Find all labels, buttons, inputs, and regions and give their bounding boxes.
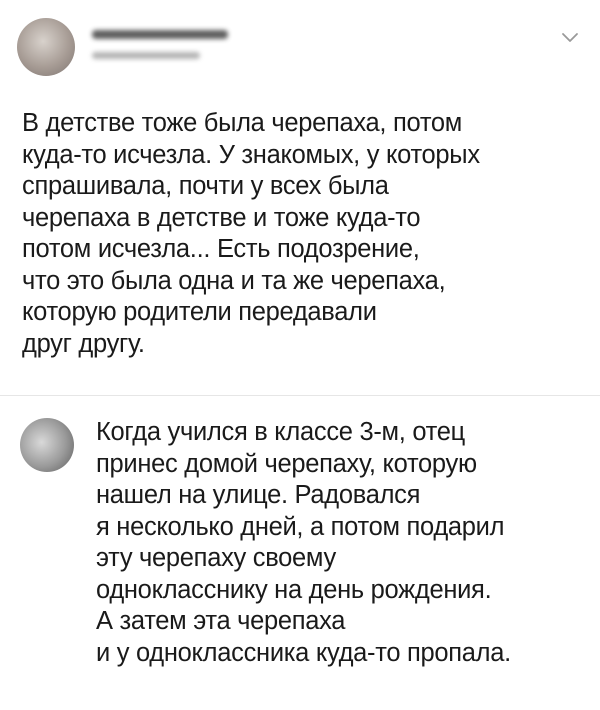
reply-author-avatar[interactable]	[20, 418, 74, 472]
author-name-blurred[interactable]	[92, 30, 228, 39]
divider	[0, 395, 600, 396]
post-text-line: В детстве тоже была черепаха, потом	[22, 109, 463, 137]
author-avatar[interactable]	[17, 18, 75, 76]
post-text-line: которую родители передавали	[22, 298, 377, 326]
main-post: В детстве тоже была черепаха, потом куда…	[0, 0, 600, 395]
reply-text-line: эту черепаху своему	[96, 544, 336, 572]
reply-text-line: и у одноклассника куда-то пропала.	[96, 638, 511, 667]
reply-text: Когда учился в классе 3-м, отец принес д…	[96, 417, 586, 669]
reply-text-line: А затем эта черепаха	[96, 607, 346, 635]
post-text-line: что это была одна и та же черепаха,	[22, 266, 446, 295]
reply-text-line: однокласснику на день рождения.	[96, 575, 492, 604]
post-text: В детстве тоже была черепаха, потом куда…	[22, 108, 582, 360]
post-text-line: потом исчезла... Есть подозрение,	[22, 235, 420, 263]
reply-text-line: я несколько дней, а потом подарил	[96, 512, 505, 541]
reply-text-line: нашел на улице. Радовался	[96, 481, 421, 509]
author-handle-blurred	[92, 52, 200, 59]
reply-text-line: Когда учился в классе 3-м, отец	[96, 418, 465, 446]
post-text-line: спрашивала, почти у всех была	[22, 172, 389, 200]
post-text-line: друг другу.	[22, 329, 145, 358]
post-text-line: куда-то исчезла. У знакомых, у которых	[22, 140, 480, 169]
reply-text-line: принес домой черепаху, которую	[96, 449, 477, 478]
post-text-line: черепаха в детстве и тоже куда-то	[22, 203, 421, 232]
chevron-down-icon[interactable]	[560, 30, 580, 44]
